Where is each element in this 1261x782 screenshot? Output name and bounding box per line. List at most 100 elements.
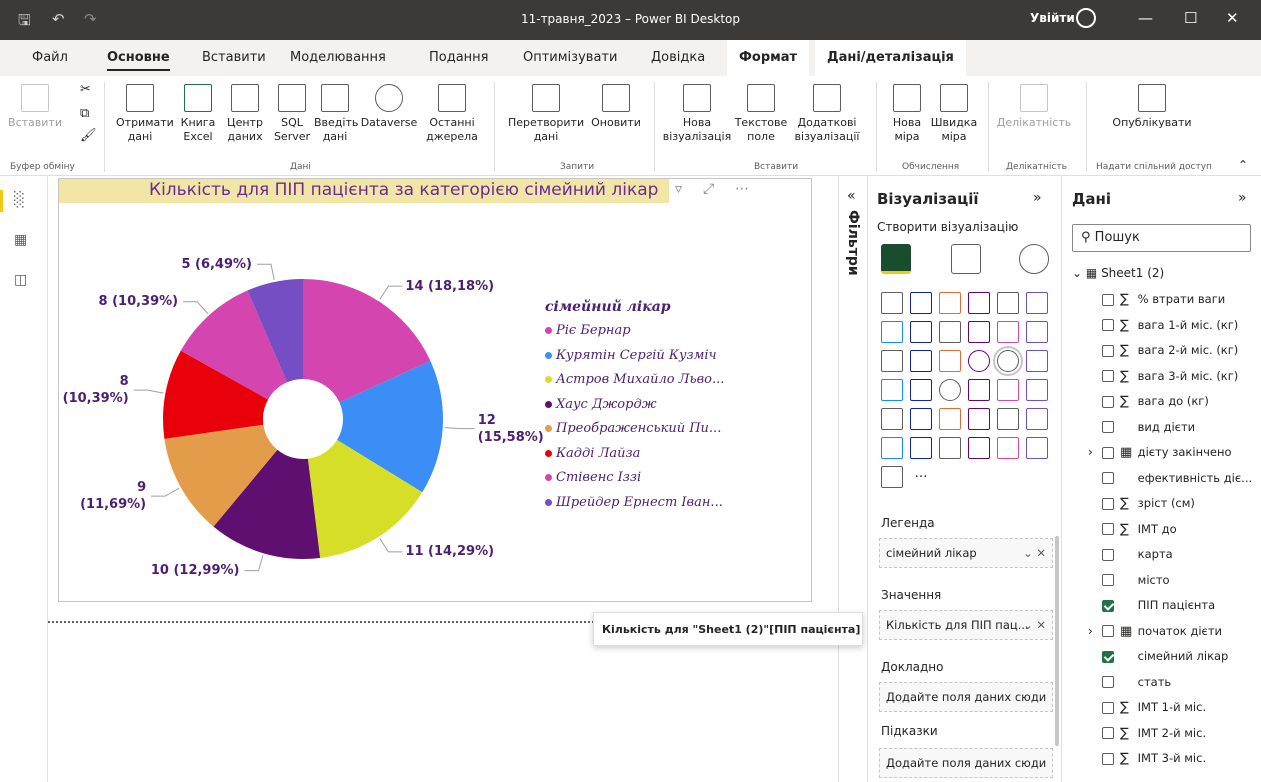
map-icon[interactable]	[881, 379, 903, 401]
r-visual-icon[interactable]	[968, 408, 990, 430]
filters-label[interactable]: Фільтри	[845, 210, 861, 276]
field-checkbox[interactable]	[1102, 446, 1114, 459]
collapse-data-icon[interactable]: »	[1238, 190, 1247, 206]
donut-icon[interactable]	[993, 346, 1023, 376]
power-apps-icon[interactable]	[1026, 437, 1048, 459]
field-item[interactable]: ∑ % втрати ваги	[1102, 292, 1225, 312]
field-item[interactable]: ∑ зріст (см)	[1102, 496, 1195, 516]
chevron-right-icon[interactable]: ›	[1088, 445, 1093, 459]
field-item[interactable]: вид дієти	[1102, 420, 1195, 440]
sql-server-button[interactable]: SQL Server	[272, 84, 312, 144]
line-clustered-icon[interactable]	[997, 321, 1019, 343]
tab-optimize[interactable]: Оптимізувати	[523, 50, 617, 65]
details-well[interactable]: Додайте поля даних сюди	[879, 682, 1053, 712]
field-checkbox[interactable]	[1102, 727, 1114, 739]
area-icon[interactable]	[910, 321, 932, 343]
paginated-icon[interactable]	[997, 437, 1019, 459]
chevron-right-icon[interactable]: ›	[1088, 624, 1093, 638]
get-data-button[interactable]: Отримати дані	[116, 84, 174, 144]
field-checkbox[interactable]	[1102, 752, 1114, 765]
collapse-ribbon-icon[interactable]: ⌃	[1238, 158, 1248, 172]
tooltips-well[interactable]: Додайте поля даних сюди	[879, 748, 1053, 778]
field-checkbox[interactable]	[1102, 472, 1114, 484]
chevron-down-icon[interactable]: ⌄	[1072, 266, 1082, 280]
publish-button[interactable]: Опублікувати	[1092, 84, 1212, 130]
search-input[interactable]: ⚲ Пошук	[1072, 224, 1251, 252]
multi-row-card-icon[interactable]	[997, 379, 1019, 401]
copy-icon[interactable]: ⧉	[80, 106, 89, 121]
matrix-icon[interactable]	[939, 408, 961, 430]
tab-view[interactable]: Подання	[429, 50, 489, 65]
power-automate-icon[interactable]	[881, 466, 903, 488]
legend-well[interactable]: сімейний лікар ⌄ ✕	[879, 538, 1053, 568]
field-checkbox[interactable]	[1102, 548, 1114, 561]
field-item[interactable]: ∑ ІМТ до	[1102, 522, 1177, 542]
quick-measure-button[interactable]: Швидка міра	[928, 84, 980, 144]
field-checkbox[interactable]	[1102, 497, 1114, 510]
kpi-icon[interactable]	[1026, 379, 1048, 401]
tab-help[interactable]: Довідка	[651, 50, 705, 65]
cut-icon[interactable]: ✂	[80, 82, 91, 97]
slicer-icon[interactable]	[881, 408, 903, 430]
textbox-button[interactable]: Текстове поле	[732, 84, 790, 144]
table-icon[interactable]	[910, 408, 932, 430]
transform-data-button[interactable]: Перетворити дані	[508, 84, 584, 144]
filled-map-icon[interactable]	[910, 379, 932, 401]
field-item[interactable]: місто	[1102, 573, 1170, 593]
field-item[interactable]: › ▦ початок дієти	[1088, 624, 1222, 644]
field-checkbox[interactable]	[1102, 574, 1114, 586]
sensitivity-button[interactable]: Делікатність	[992, 84, 1076, 130]
user-icon[interactable]	[1076, 8, 1096, 28]
pie-icon[interactable]	[968, 350, 990, 372]
field-checkbox[interactable]	[1102, 421, 1114, 433]
stacked-bar-icon[interactable]	[881, 292, 903, 314]
close-icon[interactable]: ✕	[1226, 9, 1239, 27]
tab-data-drill[interactable]: Дані/деталізація	[815, 40, 966, 76]
visualizations-scrollbar[interactable]	[1055, 536, 1059, 746]
dataverse-button[interactable]: Dataverse	[360, 84, 418, 130]
report-canvas[interactable]: Кількість для ПІП пацієнта за категорією…	[48, 176, 838, 782]
ribbon-icon[interactable]	[1026, 321, 1048, 343]
tab-format[interactable]: Формат	[727, 40, 810, 76]
new-visual-button[interactable]: Нова візуалізація	[662, 84, 732, 144]
line-icon[interactable]	[881, 321, 903, 343]
field-item[interactable]: сімейний лікар	[1102, 649, 1228, 669]
donut-visual[interactable]: Кількість для ПІП пацієнта за категорією…	[58, 178, 812, 602]
field-item[interactable]: ∑ вага 3-й міс. (кг)	[1102, 369, 1238, 389]
waterfall-icon[interactable]	[881, 350, 903, 372]
model-view-icon[interactable]: ◫	[14, 272, 32, 290]
100-column-icon[interactable]	[1026, 292, 1048, 314]
field-checkbox[interactable]	[1102, 625, 1114, 637]
legend-item[interactable]: Курятін Сергій Кузміч	[545, 348, 717, 363]
narrative-icon[interactable]	[939, 437, 961, 459]
analytics-icon[interactable]	[1019, 244, 1049, 274]
field-checkbox[interactable]	[1102, 319, 1114, 331]
legend-item[interactable]: Кадді Лайза	[545, 446, 640, 461]
field-item[interactable]: карта	[1102, 547, 1173, 567]
more-visuals-icon[interactable]: …	[910, 466, 932, 488]
gauge-icon[interactable]	[939, 379, 961, 401]
field-item[interactable]: ∑ ІМТ 3-й міс.	[1102, 751, 1206, 771]
expand-filters-icon[interactable]: «	[847, 188, 856, 204]
field-item[interactable]: ∑ вага 2-й міс. (кг)	[1102, 343, 1238, 363]
excel-button[interactable]: Книга Excel	[178, 84, 218, 144]
field-checkbox[interactable]	[1102, 599, 1114, 612]
key-influencers-icon[interactable]	[1026, 408, 1048, 430]
field-item[interactable]: ∑ ІМТ 1-й міс.	[1102, 700, 1206, 720]
signin-button[interactable]: Увійти	[1030, 11, 1075, 25]
field-checkbox[interactable]	[1102, 370, 1114, 382]
data-hub-button[interactable]: Центр даних	[222, 84, 268, 144]
remove-field-icon[interactable]: ⌄ ✕	[1023, 546, 1046, 560]
paste-button[interactable]: Вставити	[4, 84, 66, 130]
field-checkbox[interactable]	[1102, 344, 1114, 357]
treemap-icon[interactable]	[1026, 350, 1048, 372]
collapse-visualizations-icon[interactable]: »	[1033, 190, 1042, 206]
field-checkbox[interactable]	[1102, 650, 1114, 663]
clustered-column-icon[interactable]	[968, 292, 990, 314]
maximize-icon[interactable]: ☐	[1184, 9, 1197, 27]
field-item[interactable]: ефективність діє...	[1102, 471, 1252, 491]
clustered-bar-icon[interactable]	[939, 292, 961, 314]
refresh-button[interactable]: Оновити	[590, 84, 642, 130]
card-icon[interactable]	[968, 379, 990, 401]
new-measure-button[interactable]: Нова міра	[886, 84, 928, 144]
